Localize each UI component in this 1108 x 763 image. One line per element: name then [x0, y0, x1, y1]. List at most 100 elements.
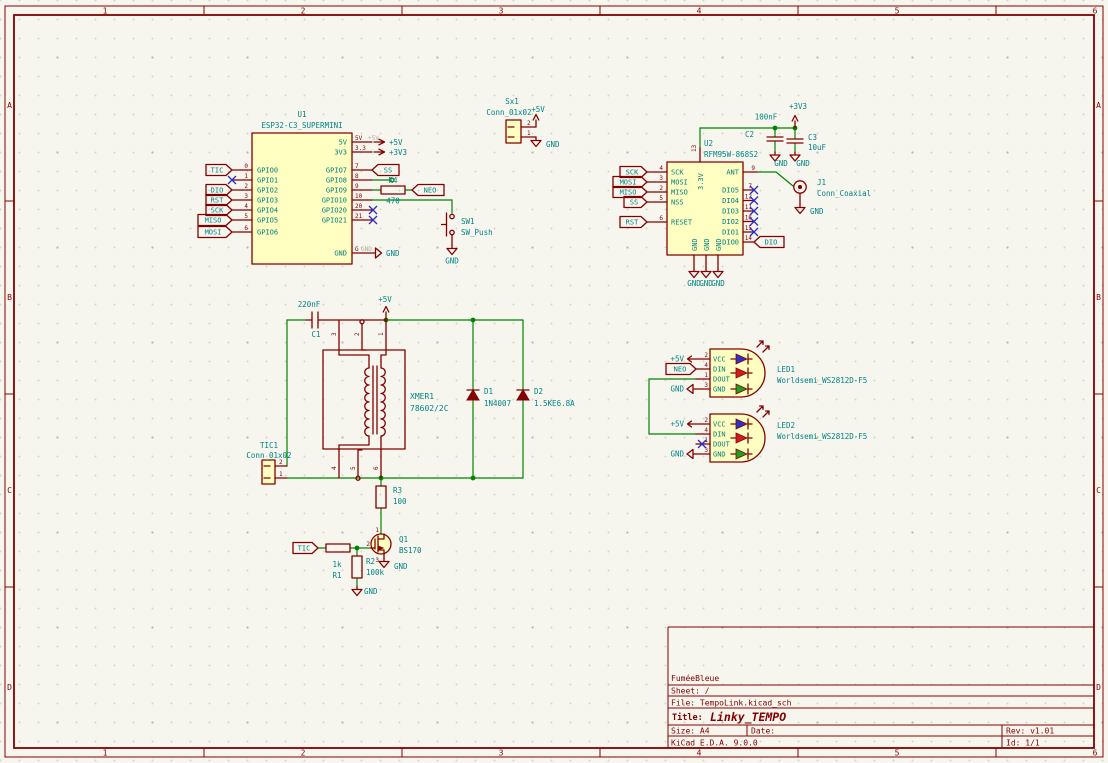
- u2-pin-num: 3: [659, 175, 663, 182]
- led1-pin-name: DOUT: [713, 376, 731, 384]
- global-label-tic-u1[interactable]: TIC: [206, 165, 232, 176]
- global-label-text: SCK: [211, 207, 224, 215]
- global-label-ss-u1[interactable]: SS: [372, 165, 399, 176]
- global-label-miso-u1[interactable]: MISO: [198, 215, 232, 226]
- global-label-text: DIO: [211, 187, 224, 195]
- component-u1-esp32[interactable]: U1 ESP32-C3_SUPERMINI GPIO0 GPIO1 GPIO2 …: [232, 110, 379, 264]
- component-xmer1[interactable]: XMER1 78602/2C 3 2 1 4 5 6: [323, 320, 449, 480]
- r3-value: 100: [393, 497, 407, 506]
- global-label-mosi-u1[interactable]: MOSI: [198, 227, 232, 238]
- u1-pin-name: GPIO1: [257, 177, 278, 185]
- u2-pin-name: GND: [691, 238, 699, 251]
- u1-pin-num: 1: [244, 173, 248, 180]
- led2-pin-name: GND: [713, 451, 726, 459]
- led2-pin-num: 3: [704, 447, 708, 454]
- u1-pin-num: 10: [355, 193, 363, 200]
- component-sw1[interactable]: SW1 SW_Push: [442, 213, 493, 245]
- title-block-sheet: Sheet: /: [671, 687, 710, 696]
- power-gnd-sw1[interactable]: GND: [445, 245, 459, 266]
- power-5v-u1[interactable]: +5V: [374, 138, 403, 147]
- led1-ref: LED1: [777, 365, 795, 374]
- global-label-text: TIC: [211, 167, 224, 175]
- sw1-value: SW_Push: [461, 228, 493, 237]
- tic1-value: Conn_01x02: [246, 451, 291, 460]
- power-gnd-sx1[interactable]: GND: [531, 137, 560, 149]
- power-gnd-j1[interactable]: GND: [795, 204, 824, 216]
- component-c2[interactable]: 100nF C2: [745, 113, 783, 142]
- power-label: GND: [445, 257, 459, 266]
- tic1-pin-num: 1: [279, 471, 283, 478]
- power-gnd-u1[interactable]: GND: [372, 248, 400, 258]
- tic1-ref: TIC1: [260, 441, 278, 450]
- u1-pin-name: 3V3: [334, 149, 347, 157]
- u1-pin-num: 2: [244, 183, 248, 190]
- power-3v3-u2[interactable]: +3V3: [789, 102, 807, 128]
- power-gnd-r2[interactable]: GND: [352, 586, 378, 596]
- led1-pin-num: 2: [704, 352, 708, 359]
- component-c3[interactable]: C3 10uF: [787, 133, 827, 152]
- q1-pin-num: 2: [366, 541, 370, 548]
- power-label: +3V3: [789, 102, 807, 111]
- u1-pin-num: 8: [355, 173, 359, 180]
- u2-pin-num: 13: [691, 144, 698, 152]
- global-label-text: SS: [384, 167, 392, 175]
- title-block-rev: Rev: v1.01: [1006, 727, 1054, 736]
- page-title: Linky_TEMPO: [710, 710, 786, 725]
- c1-ref: C1: [311, 330, 320, 339]
- power-label: +5V: [378, 295, 392, 304]
- power-5v-led2[interactable]: +5V: [670, 420, 696, 429]
- global-label-rst-u2[interactable]: RST: [620, 217, 647, 228]
- c2-ref: C2: [745, 130, 754, 139]
- component-j1[interactable]: J1 Conn_Coaxial: [794, 178, 871, 204]
- component-led1[interactable]: VCC DIN DOUT GND 2 4 1 3 LED1 Worldsemi_…: [696, 341, 867, 397]
- sx1-pin-num: 2: [527, 120, 531, 127]
- schematic-canvas[interactable]: 1 2 3 4 5 6 1 2 3 4 5 6 A B C D A B C D …: [0, 0, 1108, 763]
- component-r1[interactable]: 1k R1: [326, 544, 350, 580]
- led2-value: Worldsemi_WS2812D-F5: [777, 432, 867, 441]
- power-label: +5V: [670, 420, 684, 429]
- led2-pin-name: DOUT: [713, 441, 731, 449]
- power-3v3-u1[interactable]: +3V3: [374, 148, 407, 157]
- power-gnd-led1[interactable]: GND: [670, 385, 696, 394]
- u2-ref: U2: [704, 139, 713, 148]
- component-r2[interactable]: R2 100k: [352, 556, 385, 578]
- u1-value: ESP32-C3_SUPERMINI: [261, 121, 342, 130]
- power-gnd-c2[interactable]: GND: [770, 152, 788, 168]
- title-block: FuméeBleue Sheet: / File: TempoLink.kica…: [668, 627, 1094, 748]
- u2-pin-num: 9: [751, 165, 755, 172]
- u1-ghost-gnd: GND: [361, 246, 372, 253]
- power-gnd-u2[interactable]: GND GND GND: [687, 268, 725, 288]
- global-label-tic-q1[interactable]: TIC: [293, 543, 318, 554]
- u2-pin-name: DIO4: [722, 197, 739, 205]
- u1-pin-num: 21: [355, 213, 363, 220]
- power-5v-led1[interactable]: +5V: [670, 355, 696, 364]
- power-label: GND: [810, 207, 824, 216]
- u1-pin-num: 5: [244, 213, 248, 220]
- col-label-bottom: 1: [103, 749, 108, 758]
- r1-value: 1k: [332, 560, 342, 569]
- component-u2-rfm95w[interactable]: U2 RFM95W-868S2 SCK MOSI MISO NSS RESET …: [647, 139, 758, 268]
- u1-pin-name: GPIO4: [257, 207, 278, 215]
- title-block-id: Id: 1/1: [1006, 739, 1040, 748]
- component-d1[interactable]: D1 1N4007: [467, 387, 511, 408]
- row-label-left: D: [7, 683, 12, 692]
- col-label-bottom: 2: [301, 749, 306, 758]
- component-tic1[interactable]: TIC1 Conn_01x02 2 1: [246, 441, 291, 484]
- power-5v-xmer[interactable]: +5V: [378, 295, 392, 320]
- u1-pin-name: GPIO5: [257, 217, 278, 225]
- u2-pin-num: 5: [659, 195, 663, 202]
- power-gnd-led2[interactable]: GND: [670, 450, 696, 459]
- u1-pin-name: 5V: [339, 139, 348, 147]
- global-label-neo-u1[interactable]: NEO: [412, 185, 444, 196]
- global-label-neo-led1[interactable]: NEO: [666, 364, 696, 375]
- u2-pin-name: RESET: [671, 219, 693, 227]
- component-r3[interactable]: R3 100: [376, 486, 407, 508]
- global-label-dio-u2[interactable]: DIO: [754, 237, 784, 248]
- u1-pin-num: 7: [355, 163, 359, 170]
- component-led2[interactable]: VCC DIN DOUT GND 2 4 1 3 LED2 Worldsemi_…: [696, 406, 867, 462]
- power-gnd-c3[interactable]: GND: [790, 152, 810, 168]
- power-5v-sx1[interactable]: +5V: [531, 105, 545, 127]
- component-sx1[interactable]: Sx1 Conn_01x02 2 1: [486, 97, 536, 143]
- sw1-ref: SW1: [461, 217, 475, 226]
- component-d2[interactable]: D2 1.5KE6.8A: [517, 387, 575, 408]
